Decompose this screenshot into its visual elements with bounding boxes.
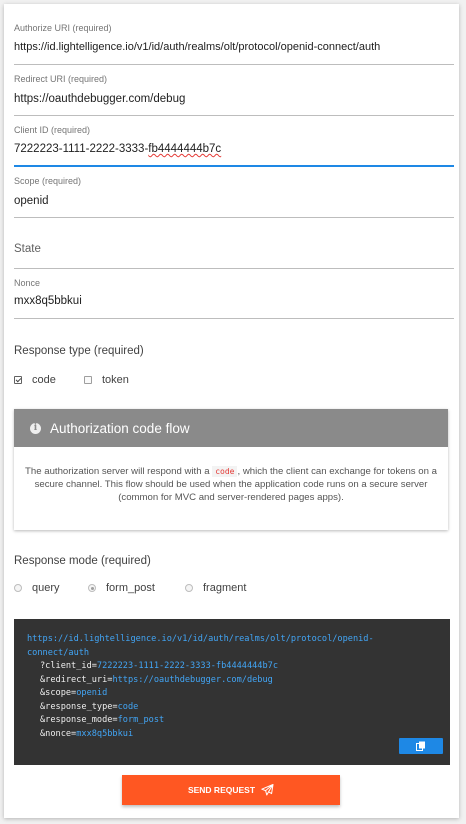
request-url-preview: https://id.lightelligence.io/v1/id/auth/… [14, 619, 450, 765]
code-checkbox[interactable] [14, 376, 22, 384]
fragment-radio[interactable] [185, 584, 193, 592]
redirect-uri-field[interactable]: Redirect URI (required) https://oauthdeb… [14, 69, 454, 116]
code-option-label: code [32, 374, 56, 386]
form-post-option-label: form_post [106, 582, 155, 594]
response-mode-query-option[interactable]: query [14, 582, 60, 594]
nonce-label: Nonce [14, 278, 41, 288]
send-request-label: SEND REQUEST [187, 785, 256, 795]
response-mode-label: Response mode (required) [14, 555, 151, 567]
client-id-input[interactable]: 7222223-1111-2222-3333-fb4444444b7c [14, 143, 221, 155]
flow-code-chip: code [212, 466, 238, 477]
preview-param-response-type: &response_type=code [40, 701, 139, 712]
authorization-code-flow-panel: i Authorization code flow The authorizat… [14, 409, 448, 530]
preview-param-response-mode: &response_mode=form_post [40, 715, 165, 725]
flow-text-before: The authorization server will respond wi… [25, 466, 210, 477]
preview-param-client-id: ?client_id=7222223-1111-2222-3333-fb4444… [40, 661, 279, 671]
token-option-label: token [102, 374, 129, 386]
redirect-uri-label: Redirect URI (required) [14, 74, 108, 84]
nonce-input[interactable]: mxx8q5bbkui [14, 295, 82, 307]
fragment-option-label: fragment [203, 582, 247, 594]
response-mode-form-post-option[interactable]: form_post [88, 582, 155, 594]
client-id-value-suffix: fb4444444b7c [148, 143, 222, 155]
preview-url-line-1: https://id.lightelligence.io/v1/id/auth/… [27, 634, 374, 644]
token-checkbox[interactable] [84, 376, 92, 384]
oauth-form-card: Authorize URI (required) https://id.ligh… [4, 4, 459, 818]
form-post-radio[interactable] [88, 584, 96, 592]
authorize-uri-input[interactable]: https://id.lightelligence.io/v1/id/auth/… [14, 41, 380, 53]
paper-plane-icon [261, 784, 274, 796]
client-id-field[interactable]: Client ID (required) 7222223-1111-2222-3… [14, 120, 454, 167]
send-request-button[interactable]: SEND REQUEST [122, 775, 340, 805]
flow-panel-header: i Authorization code flow [14, 409, 448, 447]
response-mode-fragment-option[interactable]: fragment [185, 582, 246, 594]
response-type-label: Response type (required) [14, 345, 144, 357]
copy-url-button[interactable] [399, 738, 443, 754]
info-icon: i [30, 422, 41, 434]
scope-label: Scope (required) [14, 176, 82, 186]
copy-icon [416, 741, 425, 751]
scope-input[interactable]: openid [14, 195, 49, 207]
preview-param-nonce: &nonce=mxx8q5bbkui [40, 728, 134, 739]
scope-field[interactable]: Scope (required) openid [14, 171, 454, 218]
flow-panel-description: The authorization server will respond wi… [14, 447, 448, 504]
query-radio[interactable] [14, 584, 22, 592]
authorize-uri-field[interactable]: Authorize URI (required) https://id.ligh… [14, 18, 454, 65]
client-id-label: Client ID (required) [14, 125, 91, 135]
preview-param-scope: &scope=openid [40, 688, 108, 698]
client-id-value-prefix: 7222223-1111-2222-3333- [14, 143, 149, 155]
query-option-label: query [32, 582, 60, 594]
preview-url-line-2: connect/auth [27, 647, 90, 658]
nonce-field[interactable]: Nonce mxx8q5bbkui [14, 273, 454, 319]
response-type-code-option[interactable]: code [14, 374, 56, 386]
state-field[interactable]: State [14, 222, 454, 269]
flow-panel-title: Authorization code flow [50, 420, 190, 436]
state-input[interactable]: State [14, 243, 41, 255]
redirect-uri-input[interactable]: https://oauthdebugger.com/debug [14, 93, 185, 105]
response-type-token-option[interactable]: token [84, 374, 129, 386]
preview-param-redirect-uri: &redirect_uri=https://oauthdebugger.com/… [40, 674, 273, 685]
authorize-uri-label: Authorize URI (required) [14, 23, 112, 33]
